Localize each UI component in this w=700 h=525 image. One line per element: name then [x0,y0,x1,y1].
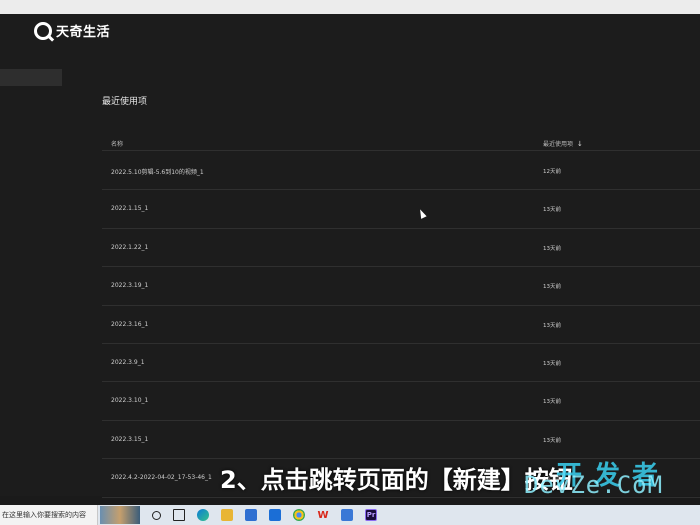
file-last-used: 13天前 [543,361,561,367]
top-strip [0,0,700,14]
brand-name: 天奇生活 [56,25,111,40]
file-row[interactable]: 2022.3.15_1 13天前 [102,420,700,458]
column-header-name[interactable]: 名称 [111,139,123,148]
file-name: 2022.1.15_1 [111,205,149,213]
file-last-used: 13天前 [543,322,561,329]
file-name: 2022.4.2-2022-04-02_17-53-46_1 [111,474,212,482]
file-row[interactable]: 2022.3.19_1 13天前 [102,266,700,304]
search-thumbnail [100,506,140,524]
file-row[interactable]: 2022.3.10_1 13天前 [102,381,700,419]
file-name: 2022.3.19_1 [111,282,149,290]
arrow-down-icon: ↓ [577,139,583,148]
file-last-used: 13天前 [543,399,561,406]
wps-icon[interactable]: W [317,509,329,521]
file-row[interactable]: 2022.1.22_1 13天前 [102,228,700,266]
column-header-recent-label: 最近使用项 [543,141,574,148]
watermark: 开发者 DevZe.CoM [520,455,700,499]
sidebar [0,66,80,496]
taskbar-search-input[interactable]: 在这里输入你要搜索的内容 [0,505,98,525]
file-name: 2022.3.16_1 [111,320,149,328]
mail-icon[interactable] [269,509,281,521]
app-icon[interactable] [341,509,353,521]
file-name: 2022.3.10_1 [111,397,149,405]
recent-files-panel: 最近使用项 名称 最近使用项 ↓ 2022.5.10剪辑-5.6到10的视频_1… [80,66,700,498]
cortana-icon[interactable] [152,510,161,520]
store-icon[interactable] [245,509,257,521]
premiere-icon[interactable]: Pr [365,509,377,521]
file-last-used: 13天前 [543,245,561,252]
sidebar-item-selected[interactable] [0,69,62,86]
windows-taskbar: 在这里输入你要搜索的内容 W Pr [0,505,700,525]
file-last-used: 13天前 [543,284,561,291]
file-row[interactable]: 2022.3.9_1 13天前 [102,343,700,381]
file-row[interactable]: 2022.3.16_1 13天前 [102,305,700,343]
file-last-used: 13天前 [543,437,561,444]
file-last-used: 12天前 [543,169,561,175]
file-name: 2022.3.15_1 [111,435,149,443]
file-name: 2022.5.10剪辑-5.6到10的视频_1 [111,169,204,176]
brand-logo: 天奇生活 [34,21,110,40]
file-name: 2022.3.9_1 [111,359,145,366]
logo-icon [34,21,52,40]
chrome-icon[interactable] [293,509,305,521]
file-name: 2022.1.22_1 [111,243,149,251]
file-last-used: 13天前 [543,207,561,214]
watermark-line2: DevZe.CoM [524,471,664,499]
task-view-icon[interactable] [173,509,185,521]
edge-icon[interactable] [197,509,209,521]
section-title: 最近使用项 [102,97,148,107]
file-row[interactable]: 2022.1.15_1 13天前 [102,189,700,227]
file-row[interactable]: 2022.5.10剪辑-5.6到10的视频_1 12天前 [102,151,700,189]
column-header-recent[interactable]: 最近使用项 ↓ [543,139,583,149]
file-explorer-icon[interactable] [221,509,233,521]
